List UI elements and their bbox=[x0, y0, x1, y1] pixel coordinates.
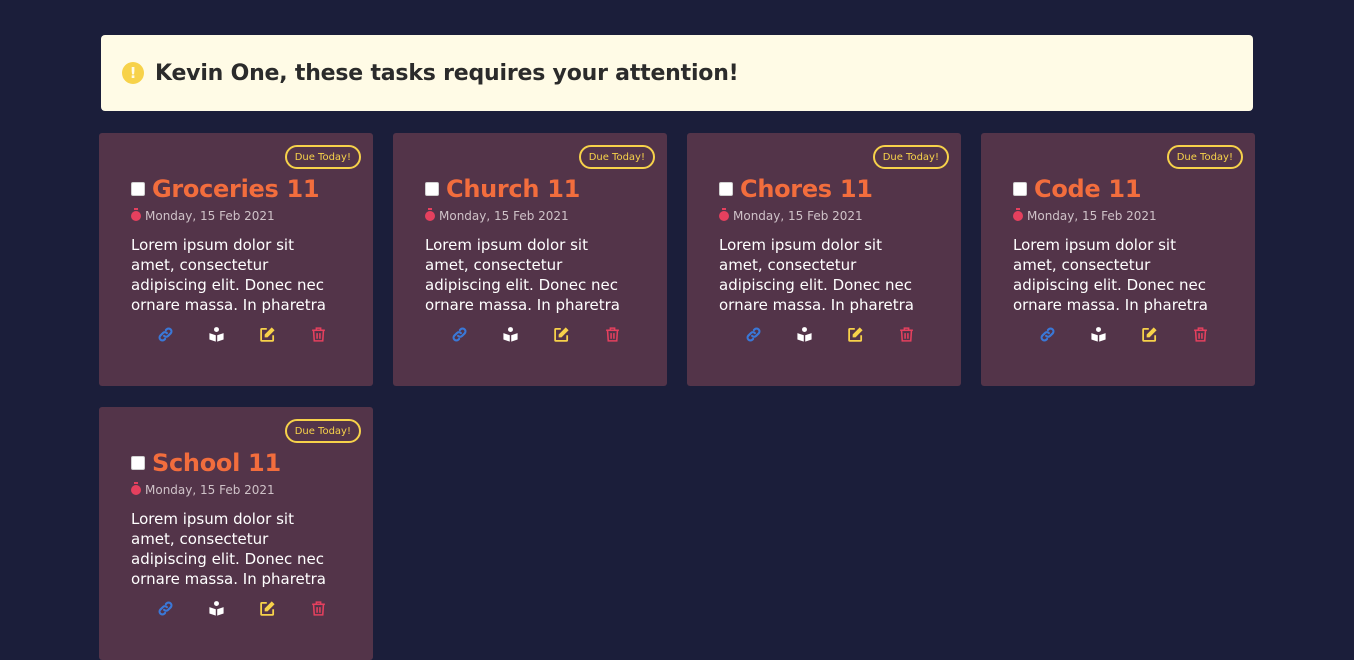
due-badge: Due Today! bbox=[284, 145, 361, 169]
task-date-row: Monday, 15 Feb 2021 bbox=[131, 482, 275, 497]
task-checkbox[interactable] bbox=[425, 182, 439, 196]
task-title-row: Groceries 11 bbox=[131, 175, 320, 203]
due-badge: Due Today! bbox=[1166, 145, 1243, 169]
stopwatch-icon bbox=[131, 482, 141, 495]
due-badge: Due Today! bbox=[284, 419, 361, 443]
edit-icon[interactable] bbox=[1140, 325, 1158, 343]
task-description: Lorem ipsum dolor sit amet, consectetur … bbox=[425, 236, 620, 314]
task-card: Due Today! Chores 11 Monday, 15 Feb 2021… bbox=[687, 133, 961, 386]
task-actions bbox=[156, 325, 327, 343]
stopwatch-icon bbox=[425, 208, 435, 221]
task-date-row: Monday, 15 Feb 2021 bbox=[131, 208, 275, 223]
task-date: Monday, 15 Feb 2021 bbox=[733, 209, 863, 223]
task-date: Monday, 15 Feb 2021 bbox=[439, 209, 569, 223]
task-date: Monday, 15 Feb 2021 bbox=[1027, 209, 1157, 223]
task-description: Lorem ipsum dolor sit amet, consectetur … bbox=[131, 236, 326, 314]
task-description: Lorem ipsum dolor sit amet, consectetur … bbox=[1013, 236, 1208, 314]
book-reader-icon[interactable] bbox=[795, 325, 813, 343]
task-checkbox[interactable] bbox=[1013, 182, 1027, 196]
task-title-row: Chores 11 bbox=[719, 175, 873, 203]
task-title[interactable]: Code 11 bbox=[1034, 175, 1142, 203]
link-icon[interactable] bbox=[1038, 325, 1056, 343]
task-date-row: Monday, 15 Feb 2021 bbox=[425, 208, 569, 223]
task-actions bbox=[1038, 325, 1209, 343]
stopwatch-icon bbox=[1013, 208, 1023, 221]
trash-icon[interactable] bbox=[1191, 325, 1209, 343]
edit-icon[interactable] bbox=[258, 599, 276, 617]
stopwatch-icon bbox=[719, 208, 729, 221]
task-actions bbox=[744, 325, 915, 343]
task-description: Lorem ipsum dolor sit amet, consectetur … bbox=[719, 236, 914, 314]
link-icon[interactable] bbox=[156, 325, 174, 343]
task-checkbox[interactable] bbox=[719, 182, 733, 196]
book-reader-icon[interactable] bbox=[207, 325, 225, 343]
exclamation-circle-icon: ! bbox=[122, 62, 144, 84]
task-description: Lorem ipsum dolor sit amet, consectetur … bbox=[131, 510, 326, 588]
attention-alert: ! Kevin One, these tasks requires your a… bbox=[101, 35, 1253, 111]
trash-icon[interactable] bbox=[897, 325, 915, 343]
task-checkbox[interactable] bbox=[131, 456, 145, 470]
trash-icon[interactable] bbox=[603, 325, 621, 343]
edit-icon[interactable] bbox=[552, 325, 570, 343]
link-icon[interactable] bbox=[156, 599, 174, 617]
task-title[interactable]: Groceries 11 bbox=[152, 175, 320, 203]
book-reader-icon[interactable] bbox=[207, 599, 225, 617]
trash-icon[interactable] bbox=[309, 599, 327, 617]
task-card: Due Today! School 11 Monday, 15 Feb 2021… bbox=[99, 407, 373, 660]
task-date: Monday, 15 Feb 2021 bbox=[145, 209, 275, 223]
edit-icon[interactable] bbox=[846, 325, 864, 343]
task-card: Due Today! Church 11 Monday, 15 Feb 2021… bbox=[393, 133, 667, 386]
book-reader-icon[interactable] bbox=[501, 325, 519, 343]
task-title[interactable]: Church 11 bbox=[446, 175, 580, 203]
task-card: Due Today! Groceries 11 Monday, 15 Feb 2… bbox=[99, 133, 373, 386]
task-card: Due Today! Code 11 Monday, 15 Feb 2021 L… bbox=[981, 133, 1255, 386]
task-checkbox[interactable] bbox=[131, 182, 145, 196]
task-actions bbox=[156, 599, 327, 617]
task-date: Monday, 15 Feb 2021 bbox=[145, 483, 275, 497]
task-title-row: School 11 bbox=[131, 449, 281, 477]
link-icon[interactable] bbox=[450, 325, 468, 343]
task-date-row: Monday, 15 Feb 2021 bbox=[1013, 208, 1157, 223]
task-title[interactable]: School 11 bbox=[152, 449, 281, 477]
edit-icon[interactable] bbox=[258, 325, 276, 343]
trash-icon[interactable] bbox=[309, 325, 327, 343]
due-badge: Due Today! bbox=[872, 145, 949, 169]
due-badge: Due Today! bbox=[578, 145, 655, 169]
alert-message: Kevin One, these tasks requires your att… bbox=[155, 60, 739, 86]
stopwatch-icon bbox=[131, 208, 141, 221]
task-actions bbox=[450, 325, 621, 343]
task-title-row: Code 11 bbox=[1013, 175, 1142, 203]
task-title-row: Church 11 bbox=[425, 175, 580, 203]
task-title[interactable]: Chores 11 bbox=[740, 175, 873, 203]
link-icon[interactable] bbox=[744, 325, 762, 343]
book-reader-icon[interactable] bbox=[1089, 325, 1107, 343]
task-date-row: Monday, 15 Feb 2021 bbox=[719, 208, 863, 223]
